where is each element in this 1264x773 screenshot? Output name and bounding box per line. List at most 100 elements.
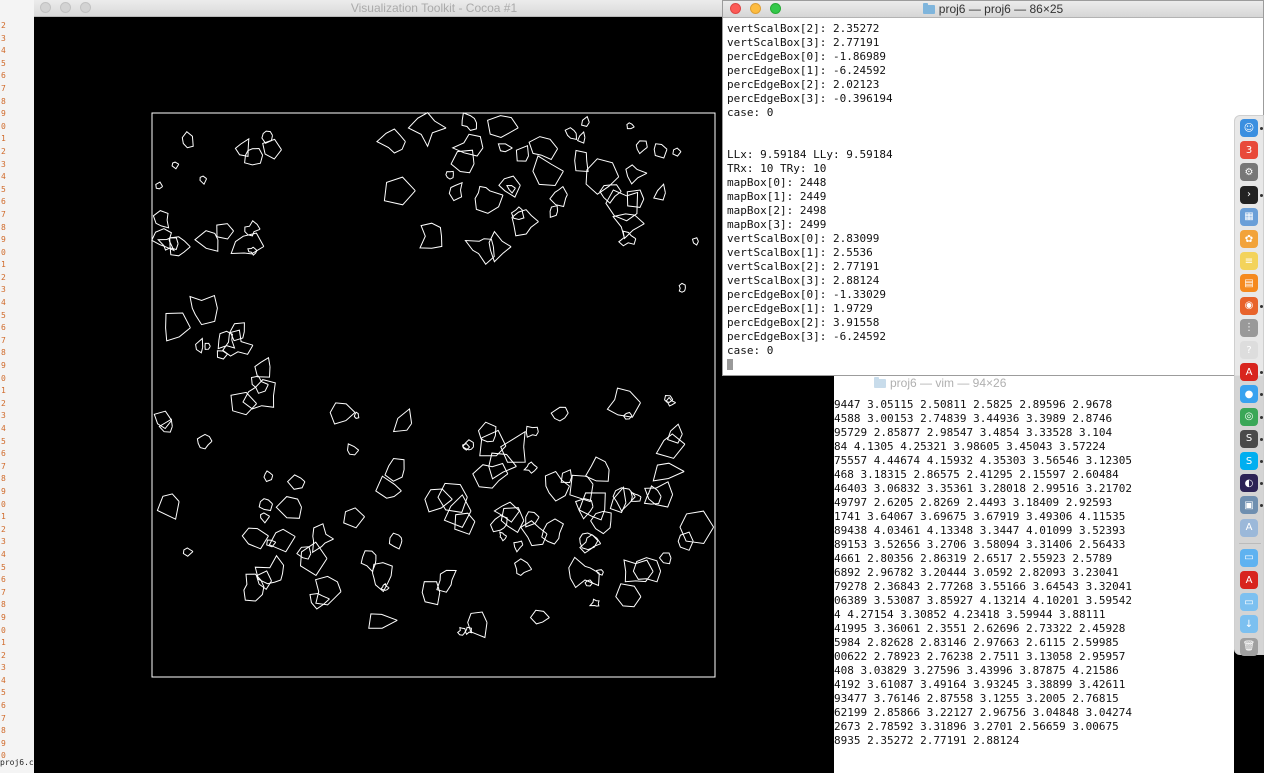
notes-icon[interactable]: ≡	[1240, 252, 1258, 271]
contour-segment	[262, 138, 282, 160]
line-number: 0	[1, 121, 6, 131]
firefox-icon[interactable]: ◉	[1240, 296, 1258, 315]
vim-line: 4192 3.61087 3.49164 3.93245 3.38899 3.4…	[834, 678, 1126, 691]
contour-segment	[268, 528, 296, 553]
contour-segment	[450, 149, 475, 174]
line-number: 7	[1, 83, 6, 93]
terminal-line: TRx: 10 TRy: 10	[727, 162, 827, 175]
virtualbox-icon[interactable]: ▣	[1240, 496, 1258, 515]
editor-filename: proj6.cp	[0, 758, 39, 767]
finder-icon[interactable]: ☺	[1240, 119, 1258, 137]
vim-line: 8935 2.35272 2.77191 2.88124	[834, 734, 1020, 747]
unknown-app-icon[interactable]: ?	[1240, 341, 1258, 359]
contour-segment	[407, 112, 447, 148]
contour-segment	[464, 238, 495, 265]
skype-icon[interactable]: S	[1240, 452, 1258, 470]
plot-frame	[151, 112, 716, 678]
contour-segment	[497, 143, 513, 153]
contour-segment	[474, 185, 504, 214]
contour-segment	[286, 474, 306, 490]
contour-segment	[585, 158, 620, 195]
terminal-line: percEdgeBox[3]: -0.396194	[727, 92, 893, 105]
vim-line: 93477 3.76146 2.87558 3.1255 3.2005 2.76…	[834, 692, 1119, 705]
terminal-line: case: 0	[727, 344, 774, 357]
calendar-icon[interactable]: 3	[1240, 141, 1258, 160]
line-number: 2	[1, 146, 6, 156]
applications-folder-icon[interactable]: ▭	[1240, 548, 1258, 567]
documents-folder-icon[interactable]: ▭	[1240, 593, 1258, 612]
contour-segment	[606, 387, 641, 418]
line-number: 2	[1, 524, 6, 534]
dock-divider	[1239, 542, 1261, 544]
terminal-output[interactable]: vertScalBox[2]: 2.35272 vertScalBox[3]: 2…	[727, 22, 1263, 372]
contour-segment	[691, 237, 699, 246]
terminal-main-window[interactable]: proj6 — proj6 — 86×25 vertScalBox[2]: 2.…	[722, 0, 1264, 376]
line-number: 9	[1, 235, 6, 245]
terminal-main-titlebar[interactable]: proj6 — proj6 — 86×25	[723, 1, 1263, 18]
downloads-folder-icon[interactable]: ↓	[1240, 615, 1258, 634]
pdf-document-icon[interactable]: A	[1240, 571, 1258, 589]
contour-segment	[199, 175, 208, 186]
line-numbers: 2 3 4 5 6 7 8 9 0 1 2 3 4 5 6 7 8 9 0 1 2 3 4 5 6 7 8 9 0 1 2 3 4 5 6 7 8 9 0 1…	[0, 20, 34, 763]
contour-segment	[258, 498, 273, 512]
messages-icon[interactable]: ●	[1240, 385, 1258, 404]
vim-line: 408 3.03829 3.27596 3.43996 3.87875 4.21…	[834, 664, 1119, 677]
eclipse-icon[interactable]: ◐	[1240, 474, 1258, 493]
contour-segment	[260, 512, 271, 524]
contour-segment	[275, 496, 302, 519]
line-number: 8	[1, 222, 6, 232]
system-preferences-icon[interactable]: ⚙	[1240, 163, 1258, 182]
contour-segment	[388, 532, 403, 550]
contour-segment	[590, 510, 612, 535]
ibooks-icon[interactable]: ▤	[1240, 274, 1258, 293]
contour-segment	[578, 492, 606, 521]
contour-segment	[528, 136, 559, 161]
vim-line: 1741 3.64067 3.69675 3.67919 3.49306 4.1…	[834, 510, 1126, 523]
contour-segment	[195, 337, 204, 354]
contour-segment	[216, 350, 228, 360]
vim-buffer[interactable]: 9447 3.05115 2.50811 2.5825 2.89596 2.96…	[834, 398, 1132, 748]
contour-segment	[584, 456, 610, 482]
vim-line: 46403 3.06832 3.35361 3.28018 2.99516 3.…	[834, 482, 1133, 495]
line-number: 1	[1, 260, 6, 270]
app-store-icon[interactable]: A	[1240, 518, 1258, 537]
contour-segment	[487, 115, 519, 139]
contour-segment	[380, 582, 390, 591]
line-number: 9	[1, 612, 6, 622]
contour-segment	[609, 486, 627, 514]
terminal-vim-window[interactable]: proj6 — vim — 94×26 9447 3.05115 2.50811…	[834, 376, 1234, 773]
acrobat-icon[interactable]: A	[1240, 363, 1258, 382]
preview-icon[interactable]: ▦	[1240, 207, 1258, 226]
vtk-window[interactable]: Visualization Toolkit - Cocoa #1	[34, 0, 834, 773]
line-number: 1	[1, 134, 6, 144]
contour-segment	[626, 122, 635, 130]
line-number: 0	[1, 247, 6, 257]
line-number: 9	[1, 361, 6, 371]
contour-segment	[550, 406, 569, 422]
terminal-vim-titlebar[interactable]: proj6 — vim — 94×26	[834, 376, 1234, 390]
line-number: 2	[1, 398, 6, 408]
terminal-line: vertScalBox[3]: 2.77191	[727, 36, 880, 49]
line-number: 7	[1, 335, 6, 345]
contour-segment	[230, 391, 257, 416]
line-number: 5	[1, 436, 6, 446]
launchpad-icon[interactable]: ⋮	[1240, 318, 1258, 337]
vim-line: 4 4.27154 3.30852 4.23418 3.59944 3.8811…	[834, 608, 1106, 621]
contour-segment	[581, 115, 590, 127]
contour-segment	[515, 144, 529, 162]
vtk-render-canvas[interactable]	[34, 17, 834, 773]
vtk-titlebar[interactable]: Visualization Toolkit - Cocoa #1	[34, 0, 834, 17]
chrome-icon[interactable]: ◎	[1240, 407, 1258, 426]
line-number: 4	[1, 46, 6, 56]
contour-segment	[189, 294, 218, 326]
contour-segment	[384, 457, 405, 482]
terminal-line: mapBox[2]: 2498	[727, 204, 827, 217]
terminal-icon[interactable]: ›	[1240, 185, 1258, 204]
line-number: 3	[1, 411, 6, 421]
contour-segment	[635, 140, 648, 155]
photos-icon[interactable]: ✿	[1240, 230, 1258, 248]
contour-segment	[196, 433, 213, 450]
contour-segment	[153, 410, 173, 430]
sublime-icon[interactable]: S	[1240, 429, 1258, 448]
trash-icon[interactable]: 🗑	[1240, 637, 1258, 656]
